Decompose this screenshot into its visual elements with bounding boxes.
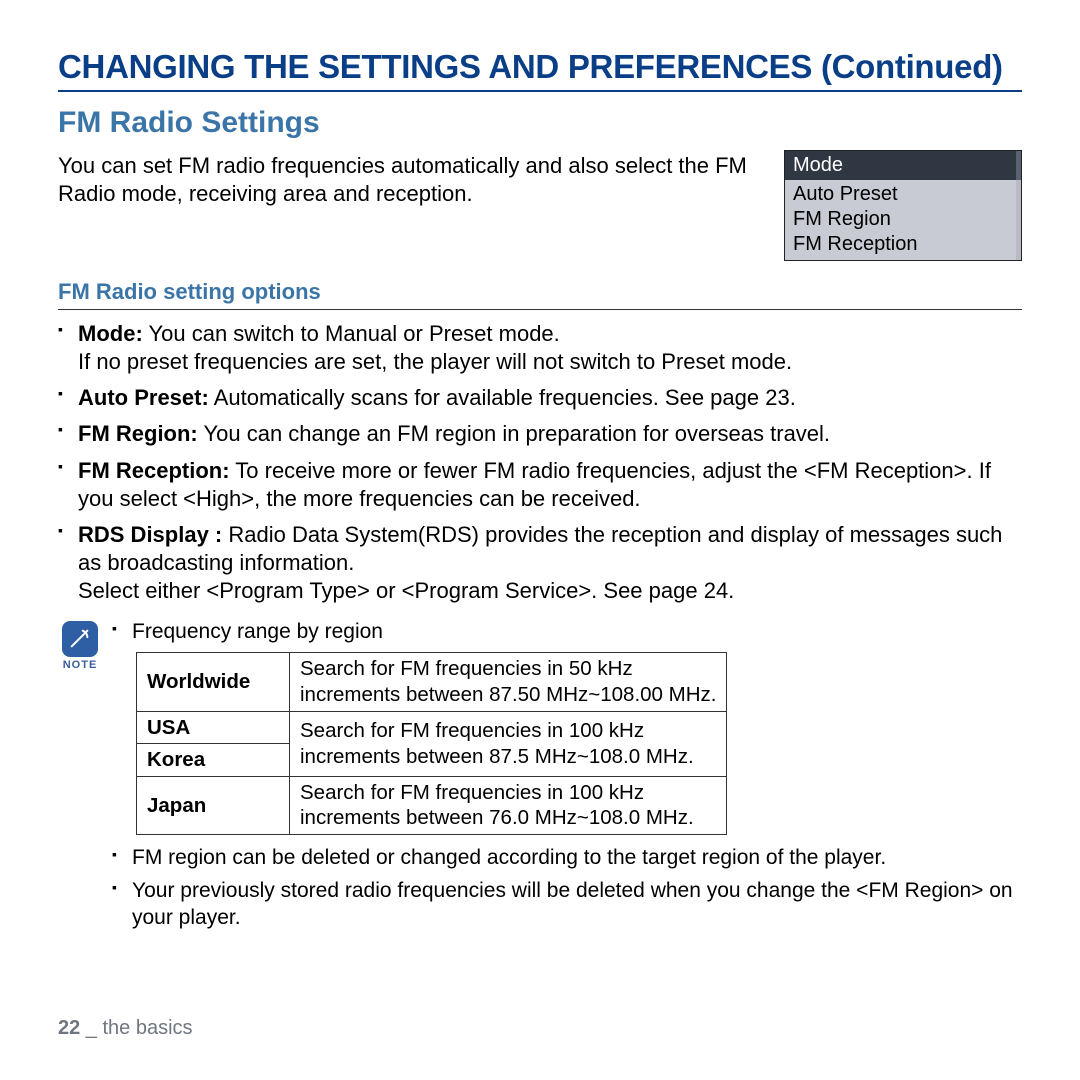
scrollbar-hint bbox=[1016, 151, 1021, 180]
frequency-table: Worldwide Search for FM frequencies in 5… bbox=[136, 652, 727, 835]
option-label: RDS Display : bbox=[78, 522, 222, 547]
sub-title-rule bbox=[58, 309, 1022, 310]
fm-menu-item: FM Region bbox=[785, 207, 1021, 232]
freq-title: Frequency range by region bbox=[132, 620, 383, 643]
option-extra: If no preset frequencies are set, the pl… bbox=[78, 349, 792, 374]
option-item: Auto Preset: Automatically scans for ava… bbox=[58, 384, 1022, 412]
option-label: FM Reception: bbox=[78, 458, 230, 483]
option-label: Auto Preset: bbox=[78, 385, 209, 410]
option-item: Mode: You can switch to Manual or Preset… bbox=[58, 320, 1022, 376]
desc-line: increments between 87.5 MHz~108.0 MHz. bbox=[300, 745, 694, 768]
fm-menu-items: Auto Preset FM Region FM Reception bbox=[785, 180, 1021, 260]
note-list: Frequency range by region Worldwide Sear… bbox=[112, 619, 1022, 931]
sub-section-title: FM Radio setting options bbox=[58, 279, 1022, 305]
intro-row: You can set FM radio frequencies automat… bbox=[58, 150, 1022, 261]
option-item: FM Region: You can change an FM region i… bbox=[58, 420, 1022, 448]
table-row: Worldwide Search for FM frequencies in 5… bbox=[137, 653, 727, 711]
option-text: You can switch to Manual or Preset mode. bbox=[143, 321, 560, 346]
option-text: You can change an FM region in preparati… bbox=[198, 421, 830, 446]
note-icon-col: NOTE bbox=[58, 619, 102, 671]
menu-scroll-track bbox=[1016, 180, 1021, 260]
region-cell: Korea bbox=[137, 744, 290, 777]
fm-menu-item: FM Reception bbox=[785, 232, 1021, 257]
option-text: Automatically scans for available freque… bbox=[209, 385, 796, 410]
desc-line: Search for FM frequencies in 100 kHz bbox=[300, 781, 644, 804]
fm-menu-active-label: Mode bbox=[793, 153, 843, 178]
option-extra: Select either <Program Type> or <Program… bbox=[78, 578, 734, 603]
option-item: FM Reception: To receive more or fewer F… bbox=[58, 457, 1022, 513]
note-content: Frequency range by region Worldwide Sear… bbox=[112, 619, 1022, 937]
page-footer: 22 _ the basics bbox=[58, 1017, 193, 1040]
region-cell: Worldwide bbox=[137, 653, 290, 711]
desc-cell: Search for FM frequencies in 100 kHz inc… bbox=[290, 776, 727, 834]
title-rule bbox=[58, 90, 1022, 92]
intro-text: You can set FM radio frequencies automat… bbox=[58, 152, 760, 208]
options-list: Mode: You can switch to Manual or Preset… bbox=[58, 320, 1022, 605]
option-item: RDS Display : Radio Data System(RDS) pro… bbox=[58, 521, 1022, 605]
note-item: Your previously stored radio frequencies… bbox=[112, 878, 1022, 932]
desc-cell: Search for FM frequencies in 100 kHz inc… bbox=[290, 711, 727, 776]
note-item: Frequency range by region Worldwide Sear… bbox=[112, 619, 1022, 835]
option-label: FM Region: bbox=[78, 421, 198, 446]
region-cell: Japan bbox=[137, 776, 290, 834]
document-page: CHANGING THE SETTINGS AND PREFERENCES (C… bbox=[0, 0, 1080, 1080]
option-label: Mode: bbox=[78, 321, 143, 346]
region-cell: USA bbox=[137, 711, 290, 744]
fm-menu-item: Auto Preset bbox=[785, 182, 1021, 207]
desc-cell: Search for FM frequencies in 50 kHz incr… bbox=[290, 653, 727, 711]
note-caption: NOTE bbox=[63, 659, 98, 671]
page-title: CHANGING THE SETTINGS AND PREFERENCES (C… bbox=[58, 48, 1022, 86]
table-row: USA Search for FM frequencies in 100 kHz… bbox=[137, 711, 727, 744]
footer-sep: _ bbox=[80, 1017, 102, 1039]
desc-line: increments between 76.0 MHz~108.0 MHz. bbox=[300, 806, 694, 829]
section-title: FM Radio Settings bbox=[58, 106, 1022, 140]
fm-menu-box: Mode Auto Preset FM Region FM Reception bbox=[784, 150, 1022, 261]
footer-section: the basics bbox=[103, 1017, 193, 1039]
desc-line: Search for FM frequencies in 100 kHz bbox=[300, 719, 644, 742]
fm-menu-active: Mode bbox=[785, 151, 1021, 180]
desc-line: Search for FM frequencies in 50 kHz bbox=[300, 657, 633, 680]
note-item: FM region can be deleted or changed acco… bbox=[112, 845, 1022, 872]
desc-line: increments between 87.50 MHz~108.00 MHz. bbox=[300, 683, 716, 706]
page-number: 22 bbox=[58, 1017, 80, 1039]
note-icon bbox=[62, 621, 98, 657]
note-block: NOTE Frequency range by region Worldwide… bbox=[58, 619, 1022, 937]
table-row: Japan Search for FM frequencies in 100 k… bbox=[137, 776, 727, 834]
